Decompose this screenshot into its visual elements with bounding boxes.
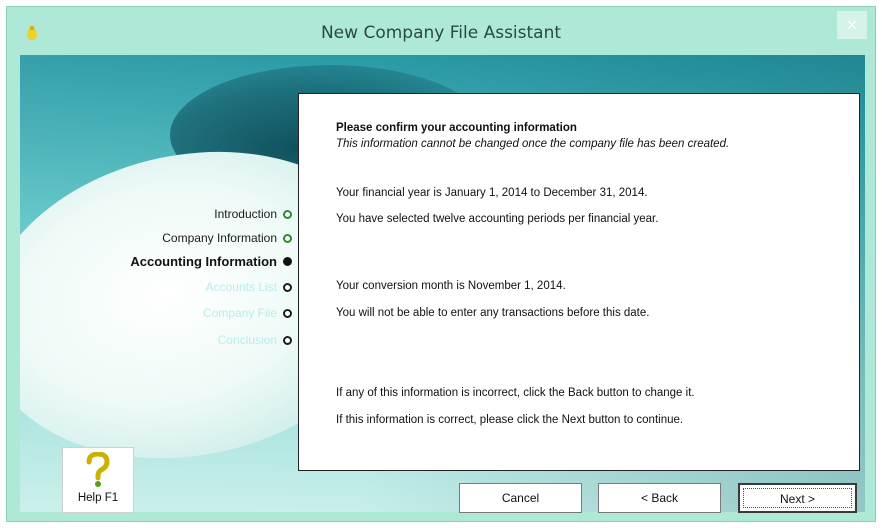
step-pending-icon: [283, 308, 292, 318]
step-accounts-list: Accounts List: [206, 280, 292, 294]
step-label: Accounting Information: [130, 254, 277, 269]
next-label: Next >: [779, 492, 815, 506]
help-button[interactable]: Help F1: [62, 447, 134, 513]
step-label: Company File: [202, 306, 277, 320]
financial-year-text: Your financial year is January 1, 2014 t…: [336, 187, 648, 199]
back-button[interactable]: < Back: [598, 483, 721, 513]
panel-heading: Please confirm your accounting informati…: [336, 122, 577, 134]
info-panel: Please confirm your accounting informati…: [298, 93, 860, 471]
next-button[interactable]: Next >: [738, 483, 857, 513]
accounting-periods-text: You have selected twelve accounting peri…: [336, 213, 659, 225]
title-bar: New Company File Assistant ×: [7, 7, 875, 59]
step-complete-icon: [283, 233, 292, 243]
step-company-information: Company Information: [162, 231, 292, 245]
step-accounting-information: Accounting Information: [130, 254, 292, 269]
step-complete-icon: [283, 209, 292, 219]
step-label: Conclusion: [217, 333, 277, 347]
step-pending-icon: [283, 335, 292, 345]
back-instruction-text: If any of this information is incorrect,…: [336, 387, 695, 399]
assistant-window: New Company File Assistant × Introductio…: [6, 6, 876, 522]
cancel-button[interactable]: Cancel: [459, 483, 582, 513]
window-title: New Company File Assistant: [320, 23, 562, 43]
step-pending-icon: [283, 282, 292, 292]
conversion-month-text: Your conversion month is November 1, 201…: [336, 280, 566, 292]
step-conclusion: Conclusion: [218, 333, 292, 347]
help-label: Help F1: [77, 492, 119, 504]
next-instruction-text: If this information is correct, please c…: [336, 414, 684, 426]
step-current-icon: [283, 257, 292, 266]
question-mark-icon: [86, 452, 110, 487]
step-label: Company Information: [162, 231, 277, 245]
step-label: Introduction: [214, 207, 277, 221]
step-company-file: Company File: [203, 306, 292, 320]
panel-subheading: This information cannot be changed once …: [336, 138, 730, 150]
step-introduction: Introduction: [214, 207, 292, 221]
step-label: Accounts List: [205, 280, 277, 294]
transactions-note-text: You will not be able to enter any transa…: [336, 307, 650, 319]
close-button[interactable]: ×: [837, 11, 867, 39]
